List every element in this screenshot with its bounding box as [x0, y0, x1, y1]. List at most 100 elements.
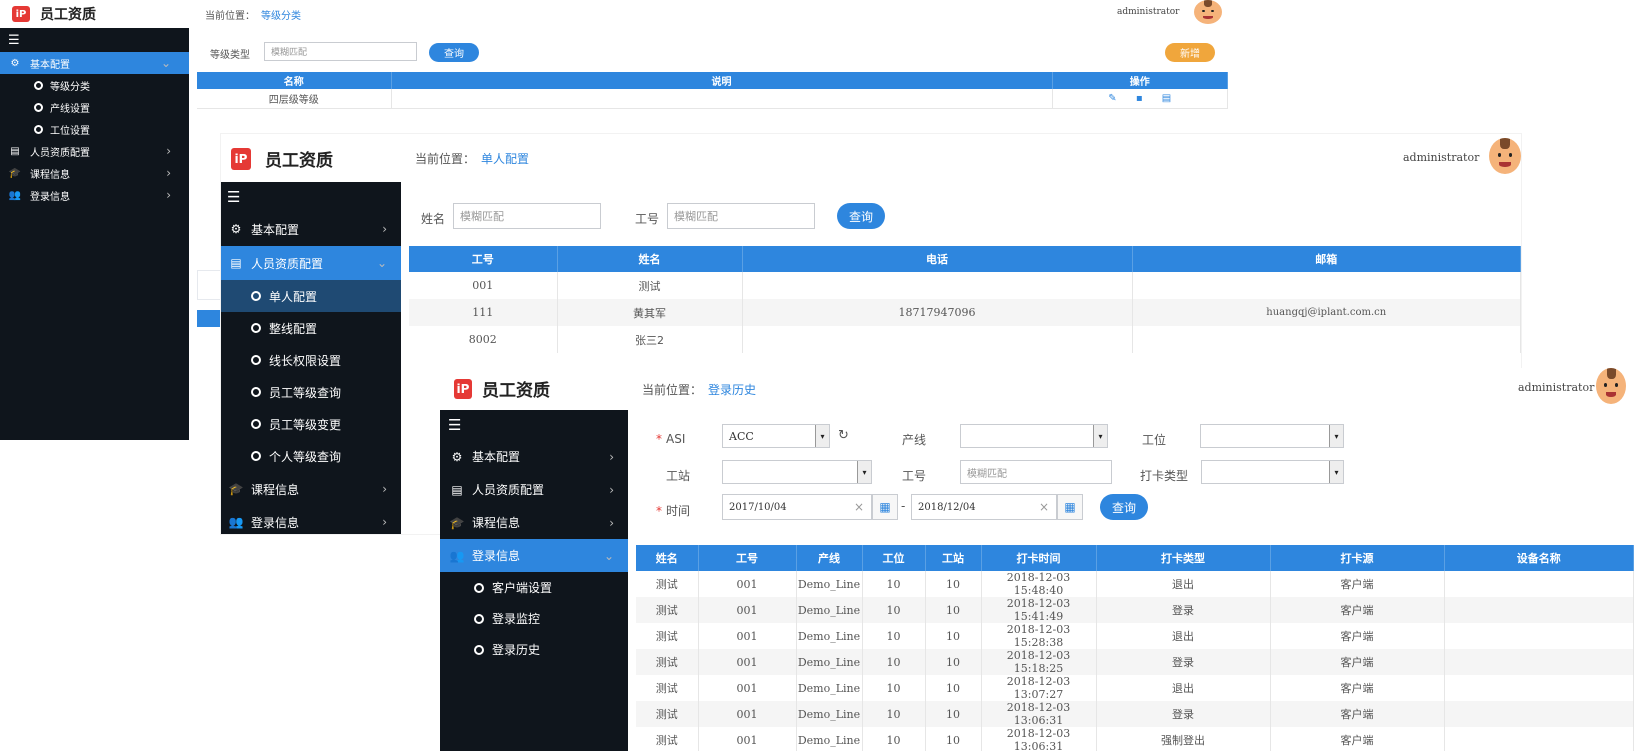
table-row[interactable]: 测试 001 Demo_Line 10 10 2018-12-03 13:07:27 退出客… [636, 675, 1634, 701]
clear-icon[interactable]: × [1039, 500, 1049, 514]
table-cell: huangqj@iplant.com.cn [1132, 299, 1521, 326]
delete-icon[interactable]: ▪ [1136, 93, 1143, 104]
sidebar-item-level-category[interactable]: 等级分类 [0, 74, 189, 96]
column-header[interactable]: 名称 [197, 72, 392, 89]
calendar-icon[interactable]: ▦ [872, 494, 898, 520]
query-button[interactable]: 查询 [1100, 494, 1148, 520]
sidebar-item-personal-level-query[interactable]: 个人等级查询 [221, 440, 401, 472]
sidebar: ☰ ⚙ 基本配置 › ▤ 人员资质配置 › 🎓 课程信息 › 👥 登录信息 ⌄ … [440, 410, 628, 751]
sidebar-item-post-settings[interactable]: 工位设置 [0, 118, 189, 140]
sidebar-item-hr-config[interactable]: ▤ 人员资质配置 › [0, 140, 189, 162]
column-header[interactable]: 工站 [925, 545, 982, 571]
sidebar-item-login-monitor[interactable]: 登录监控 [440, 603, 628, 634]
query-button[interactable]: 查询 [837, 203, 885, 229]
sidebar-item-label: 员工等级查询 [269, 385, 342, 400]
sidebar-item-single-config[interactable]: 单人配置 [221, 280, 401, 312]
sidebar-item-line-config[interactable]: 整线配置 [221, 312, 401, 344]
column-header[interactable]: 打卡类型 [1096, 545, 1271, 571]
table-row[interactable]: 测试 001 Demo_Line 10 10 2018-12-03 15:28:38 退出客… [636, 623, 1634, 649]
table-row[interactable]: 测试 001 Demo_Line 10 10 2018-12-03 13:06:31 登录客… [636, 701, 1634, 727]
sidebar-item-basic-config[interactable]: ⚙ 基本配置 › [221, 212, 401, 246]
level-type-input[interactable]: 模糊匹配 [264, 42, 417, 61]
table-row[interactable]: 测试 001 Demo_Line 10 10 2018-12-03 15:41:49 登录客… [636, 597, 1634, 623]
column-header[interactable]: 工号 [409, 246, 558, 272]
query-button[interactable]: 查询 [429, 43, 479, 62]
table-row[interactable]: 001 测试 [409, 272, 1521, 299]
sidebar-item-hr-config[interactable]: ▤ 人员资质配置 ⌄ [221, 246, 401, 280]
date-to-input[interactable]: 2018/12/04 [911, 494, 1057, 520]
table-cell: 10 [862, 675, 926, 701]
column-header[interactable]: 电话 [742, 246, 1133, 272]
sidebar-item-label: 登录历史 [492, 643, 541, 657]
table-row[interactable]: 111 黄其军 18717947096 huangqj@iplant.com.c… [409, 299, 1521, 326]
breadcrumb-current[interactable]: 登录历史 [708, 383, 756, 397]
column-header[interactable]: 操作 [1052, 72, 1228, 89]
user-name[interactable]: administrator [1518, 381, 1594, 394]
sidebar-item-line-settings[interactable]: 产线设置 [0, 96, 189, 118]
sidebar-item-course-info[interactable]: 🎓 课程信息 › [221, 472, 401, 506]
add-button[interactable]: 新增 [1165, 43, 1215, 62]
sidebar-item-course-info[interactable]: 🎓 课程信息 › [440, 506, 628, 539]
user-name[interactable]: administrator [1117, 7, 1179, 17]
column-header[interactable]: 打卡源 [1270, 545, 1445, 571]
gears-icon: ⚙ [10, 57, 20, 69]
table-cell: Demo_Line [796, 597, 863, 623]
column-header[interactable]: 姓名 [557, 246, 743, 272]
table-cell: 2018-12-03 15:18:25 [981, 649, 1097, 675]
table-cell: 客户端 [1270, 597, 1445, 623]
menu-toggle-icon[interactable]: ☰ [221, 182, 401, 212]
sidebar-item-login-info[interactable]: 👥 登录信息 › [221, 506, 401, 534]
sidebar-item-login-info[interactable]: 👥 登录信息 ⌄ [440, 539, 628, 572]
column-header[interactable]: 邮箱 [1132, 246, 1521, 272]
sidebar-item-hr-config[interactable]: ▤ 人员资质配置 › [440, 473, 628, 506]
sidebar-item-login-info[interactable]: 👥 登录信息 › [0, 184, 189, 206]
table-cell: 登录 [1096, 649, 1271, 675]
date-from-input[interactable]: 2017/10/04 [722, 494, 872, 520]
circle-icon [34, 102, 43, 112]
station-select[interactable]: ▾ [722, 460, 872, 484]
table-row[interactable]: 测试 001 Demo_Line 10 10 2018-12-03 13:06:31 强制登… [636, 727, 1634, 751]
sidebar-item-employee-level-query[interactable]: 员工等级查询 [221, 376, 401, 408]
punch-type-select[interactable]: ▾ [1201, 460, 1344, 484]
calendar-icon[interactable]: ▦ [1057, 494, 1083, 520]
column-header[interactable]: 设备名称 [1444, 545, 1634, 571]
column-header[interactable]: 打卡时间 [981, 545, 1097, 571]
table-row[interactable]: 测试 001 Demo_Line 10 10 2018-12-03 15:48:40 退出客… [636, 571, 1634, 597]
sidebar-item-employee-level-change[interactable]: 员工等级变更 [221, 408, 401, 440]
sidebar-item-login-history[interactable]: 登录历史 [440, 634, 628, 665]
column-header[interactable]: 姓名 [636, 545, 699, 571]
name-input[interactable]: 模糊匹配 [453, 203, 601, 229]
sidebar-item-client-settings[interactable]: 客户端设置 [440, 572, 628, 603]
menu-toggle-icon[interactable]: ☰ [440, 410, 628, 440]
avatar[interactable] [1596, 368, 1626, 404]
table-cell: 客户端 [1270, 701, 1445, 727]
edit-icon[interactable]: ✎ [1108, 93, 1116, 104]
breadcrumb-current[interactable]: 等级分类 [261, 11, 301, 22]
asi-select[interactable]: ACC ▾ [722, 424, 830, 448]
column-header[interactable]: 工号 [698, 545, 797, 571]
column-header[interactable]: 工位 [862, 545, 926, 571]
refresh-icon[interactable]: ↻ [838, 428, 849, 443]
line-select[interactable]: ▾ [960, 424, 1108, 448]
sidebar-item-basic-config[interactable]: ⚙ 基本配置 ⌄ [0, 52, 189, 74]
table-row[interactable]: 8002 张三2 [409, 326, 1521, 353]
sidebar-item-line-leader-permission[interactable]: 线长权限设置 [221, 344, 401, 376]
employee-id-input[interactable]: 模糊匹配 [667, 203, 815, 229]
avatar[interactable] [1489, 138, 1521, 174]
clear-icon[interactable]: × [854, 500, 864, 514]
table-row[interactable]: 四层级等级 ✎ ▪ ▤ [197, 89, 1228, 108]
sidebar-item-basic-config[interactable]: ⚙ 基本配置 › [440, 440, 628, 473]
table-cell: 10 [862, 701, 926, 727]
avatar[interactable] [1194, 0, 1222, 24]
post-select[interactable]: ▾ [1200, 424, 1344, 448]
employee-id-input[interactable]: 模糊匹配 [960, 460, 1112, 484]
column-header[interactable]: 产线 [796, 545, 863, 571]
column-header[interactable]: 说明 [391, 72, 1053, 89]
table-row[interactable]: 测试 001 Demo_Line 10 10 2018-12-03 15:18:25 登录客… [636, 649, 1634, 675]
sidebar-item-course-info[interactable]: 🎓 课程信息 › [0, 162, 189, 184]
document-icon[interactable]: ▤ [1162, 93, 1171, 104]
breadcrumb-current[interactable]: 单人配置 [481, 152, 529, 166]
menu-toggle-icon[interactable]: ☰ [0, 28, 189, 52]
user-name[interactable]: administrator [1403, 151, 1479, 164]
table-cell: 测试 [636, 649, 699, 675]
